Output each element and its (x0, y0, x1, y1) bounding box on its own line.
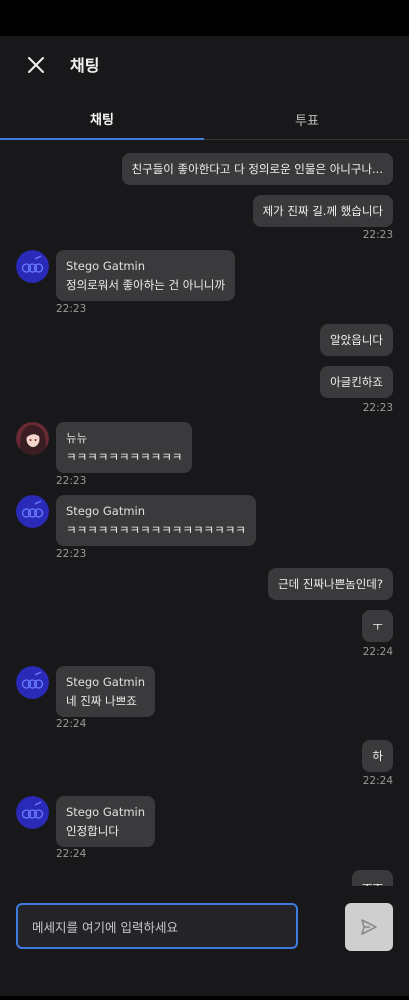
close-button[interactable] (22, 51, 50, 79)
message-bubble-outgoing: 아글킨하죠 (320, 366, 393, 398)
avatar[interactable] (16, 666, 49, 699)
message-bubble-incoming: Stego Gatmin 네 진짜 나쁘죠 (56, 666, 156, 717)
avatar-glasses-icon (16, 666, 49, 699)
message-time: 22:23 (362, 229, 393, 241)
message-input-placeholder: 메세지를 여기에 입력하세요 (32, 919, 178, 935)
message-text: 아글킨하죠 (330, 375, 383, 389)
tab-vote[interactable]: 투표 (205, 98, 409, 140)
message-time: 22:23 (56, 303, 87, 315)
message-sender: Stego Gatmin (66, 805, 146, 819)
message-time: 22:24 (56, 848, 87, 860)
tab-chat[interactable]: 채팅 (0, 98, 204, 140)
message-bubble-outgoing: 알았읍니다 (320, 324, 393, 356)
message-bubble-incoming: Stego Gatmin 인정합니다 (56, 796, 156, 847)
message-time: 22:23 (56, 548, 87, 560)
avatar[interactable] (16, 796, 49, 829)
page-title: 채팅 (70, 56, 100, 75)
message-time: 22:24 (56, 718, 87, 730)
message-text: ㅋㅋㅋㅋㅋㅋㅋㅋㅋㅋㅋ (66, 450, 183, 464)
send-button[interactable] (345, 903, 393, 951)
message-bubble-outgoing: ㅜ (362, 610, 393, 642)
message-bubble-outgoing: 제가 진짜 길.께 했습니다 (252, 195, 393, 227)
message-text: 친구들이 좋아한다고 다 정의로운 인물은 아니구나... (131, 162, 383, 176)
message-time: 22:23 (56, 475, 87, 487)
message-sender: Stego Gatmin (66, 504, 146, 518)
message-time: 22:23 (362, 402, 393, 414)
message-text: ㅜ (372, 619, 383, 633)
avatar-glasses-icon (16, 796, 49, 829)
send-icon (361, 919, 377, 935)
message-bubble-outgoing: 친구들이 좋아한다고 다 정의로운 인물은 아니구나... (121, 153, 393, 185)
message-sender: Stego Gatmin (66, 259, 146, 273)
close-icon (28, 57, 44, 73)
message-text: 하 (372, 749, 383, 763)
avatar[interactable] (16, 250, 49, 283)
message-bubble-incoming: Stego Gatmin 정의로워서 좋아하는 건 아니니까 (56, 250, 236, 301)
status-bar (0, 0, 409, 36)
message-time: 22:24 (362, 646, 393, 658)
message-sender: 뉴뉴 (66, 431, 88, 445)
avatar-anime-girl-icon (16, 422, 49, 455)
app: 채팅 채팅 투표 친구들이 좋아한다고 다 정의로운 인물은 아니구나... 제… (0, 0, 409, 1000)
message-text: 네 진짜 나쁘죠 (66, 694, 137, 708)
message-text: ㅜㅜ (361, 879, 383, 886)
avatar-glasses-icon (16, 250, 49, 283)
chat-screen: 채팅 채팅 투표 친구들이 좋아한다고 다 정의로운 인물은 아니구나... 제… (0, 36, 409, 996)
message-text: 근데 진짜나쁜놈인데? (278, 577, 383, 591)
message-input[interactable]: 메세지를 여기에 입력하세요 (16, 903, 298, 949)
message-text: 정의로워서 좋아하는 건 아니니까 (66, 278, 226, 292)
message-text: ㅋㅋㅋㅋㅋㅋㅋㅋㅋㅋㅋㅋㅋㅋㅋㅋㅋ (66, 523, 246, 537)
message-bubble-incoming: Stego Gatmin ㅋㅋㅋㅋㅋㅋㅋㅋㅋㅋㅋㅋㅋㅋㅋㅋㅋ (56, 495, 256, 546)
message-time: 22:24 (362, 775, 393, 787)
message-bubble-outgoing: 하 (362, 740, 393, 772)
avatar[interactable] (16, 422, 49, 455)
avatar-glasses-icon (16, 495, 49, 528)
message-sender: Stego Gatmin (66, 675, 146, 689)
composer: 메세지를 여기에 입력하세요 (0, 886, 409, 996)
message-bubble-incoming: 뉴뉴 ㅋㅋㅋㅋㅋㅋㅋㅋㅋㅋㅋ (56, 422, 193, 473)
header: 채팅 (0, 36, 409, 92)
message-bubble-outgoing: 근데 진짜나쁜놈인데? (268, 568, 393, 600)
tab-bar: 채팅 투표 (0, 98, 409, 140)
message-list[interactable]: 친구들이 좋아한다고 다 정의로운 인물은 아니구나... 제가 진짜 길.께 … (0, 140, 409, 886)
message-text: 제가 진짜 길.께 했습니다 (262, 204, 383, 218)
message-text: 인정합니다 (66, 824, 119, 838)
message-text: 알았읍니다 (330, 333, 383, 347)
avatar[interactable] (16, 495, 49, 528)
message-bubble-outgoing: ㅜㅜ (351, 870, 393, 886)
